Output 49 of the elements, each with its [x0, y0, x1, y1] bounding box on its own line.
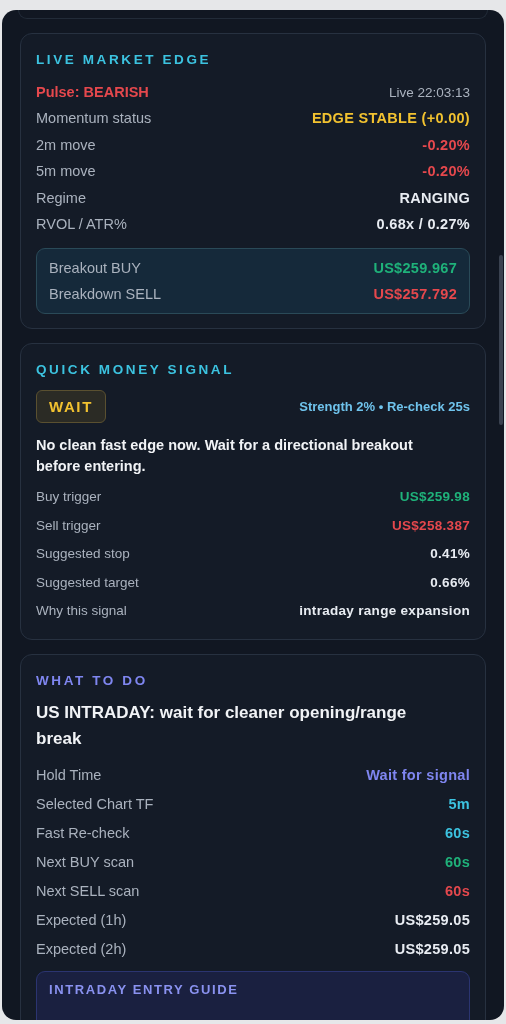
row-label: Regime	[36, 189, 86, 206]
live-time: Live 22:03:13	[388, 84, 470, 100]
row-label: Why this signal	[36, 603, 127, 619]
row-label: Breakdown SELL	[49, 285, 162, 302]
row-label: Expected (2h)	[36, 940, 127, 957]
row-label: 2m move	[36, 136, 96, 153]
row-label: Buy trigger	[36, 489, 102, 505]
row-value: 5m	[448, 795, 470, 812]
headline: US INTRADAY: wait for cleaner opening/range break	[36, 702, 408, 750]
row-label: Hold Time	[36, 766, 102, 783]
row-label: Suggested target	[36, 574, 139, 590]
row-value: US$259.98	[399, 489, 470, 505]
card-title: QUICK MONEY SIGNAL	[36, 361, 236, 377]
signal-message: No clean fast edge now. Wait for a directional breakout before entering.	[36, 435, 414, 476]
row-label: Suggested stop	[36, 546, 130, 562]
scrollbar-thumb[interactable]	[499, 255, 503, 425]
row-label: Selected Chart TF	[36, 795, 154, 812]
row-value: 0.66%	[430, 574, 470, 590]
row-value: EDGE STABLE (+0.00)	[311, 110, 470, 127]
row-value: -0.20%	[422, 136, 470, 153]
row-label: Fast Re-check	[36, 824, 130, 841]
row-value: 0.68x / 0.27%	[376, 216, 470, 233]
row-label: Breakout BUY	[49, 259, 141, 276]
row-value: 60s	[444, 882, 470, 899]
row-value: US$257.792	[373, 285, 457, 302]
row-label: Sell trigger	[36, 517, 101, 533]
signal-meta: Strength 2% • Re-check 25s	[299, 399, 470, 414]
row-value: US$259.967	[373, 259, 457, 276]
row-value: intraday range expansion	[299, 603, 470, 619]
row-value: RANGING	[399, 189, 470, 206]
row-label: Next SELL scan	[36, 882, 140, 899]
signal-badge: WAIT	[36, 390, 106, 423]
row-label: 5m move	[36, 163, 96, 180]
row-value: US$259.05	[394, 940, 470, 957]
row-label: RVOL / ATR%	[36, 216, 127, 233]
row-value: 60s	[444, 853, 470, 870]
row-label: Next BUY scan	[36, 853, 135, 870]
row-label: Momentum status	[36, 110, 152, 127]
row-label: Expected (1h)	[36, 911, 127, 928]
card-title: LIVE MARKET EDGE	[36, 52, 213, 67]
guide-title: INTRADAY ENTRY GUIDE	[49, 982, 240, 997]
card-title: WHAT TO DO	[36, 673, 149, 688]
row-value: 60s	[444, 824, 470, 841]
pulse-status: Pulse: BEARISH	[36, 84, 149, 100]
row-value: 0.41%	[430, 546, 470, 562]
row-value: US$258.387	[391, 517, 470, 533]
row-value: Wait for signal	[366, 766, 470, 783]
row-value: US$259.05	[394, 911, 470, 928]
row-value: -0.20%	[422, 163, 470, 180]
